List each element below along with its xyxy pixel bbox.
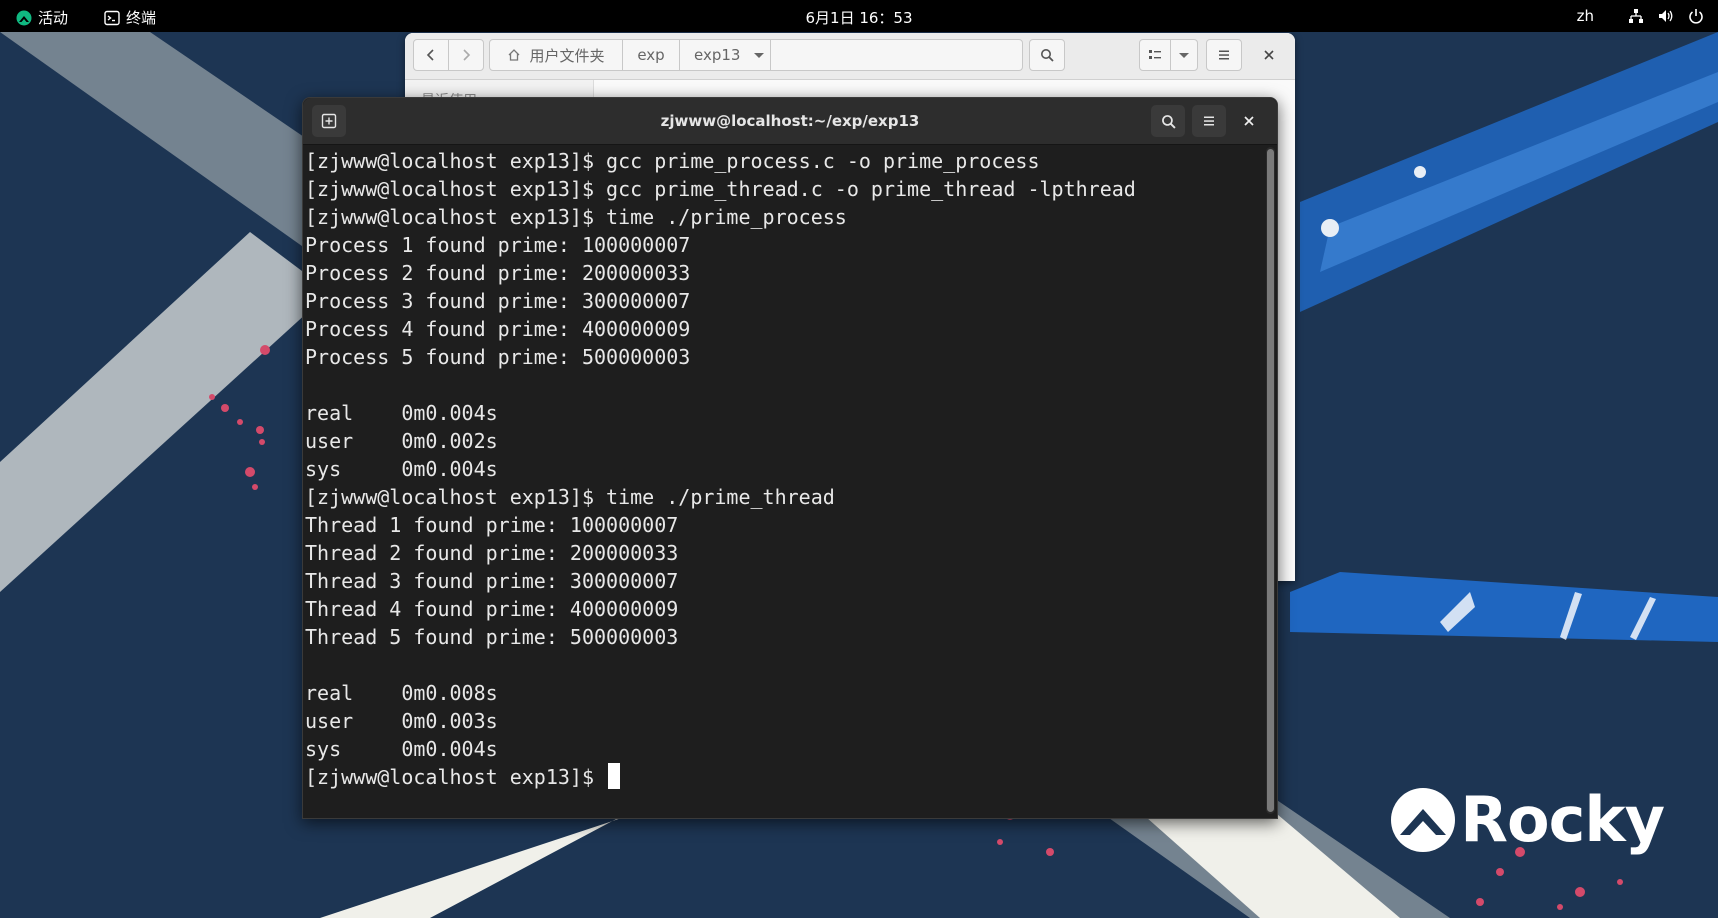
terminal-line: [zjwww@localhost exp13]$ time ./prime_th… (305, 485, 835, 509)
close-icon (1264, 50, 1274, 60)
terminal-line: Thread 4 found prime: 400000009 (305, 597, 679, 621)
terminal-window[interactable]: zjwww@localhost:~/exp/exp13 [zjwww@local… (302, 97, 1278, 819)
rocky-logo-text: Rocky (1460, 783, 1665, 856)
terminal-icon (104, 10, 120, 25)
top-bar: 活动 终端 6月1日 16：53 zh (0, 0, 1718, 32)
terminal-line: user 0m0.003s (305, 709, 498, 733)
terminal-line: [zjwww@localhost exp13]$ gcc prime_proce… (305, 149, 1040, 173)
terminal-prompt: [zjwww@localhost exp13]$ (305, 765, 607, 789)
list-view-icon (1149, 50, 1161, 59)
app-menu-button[interactable]: 终端 (104, 7, 156, 28)
breadcrumb-home-label: 用户文件夹 (529, 46, 605, 65)
terminal-line: sys 0m0.004s (305, 457, 498, 481)
activities-label: 活动 (38, 9, 69, 27)
power-icon (1689, 9, 1703, 24)
menu-button[interactable] (1206, 39, 1242, 71)
terminal-line: real 0m0.008s (305, 681, 498, 705)
hamburger-icon (1204, 116, 1214, 126)
volume-icon (1659, 10, 1673, 22)
chevron-left-icon (426, 49, 434, 61)
terminal-line: [zjwww@localhost exp13]$ gcc prime_threa… (305, 177, 1136, 201)
terminal-search-button[interactable] (1151, 105, 1185, 137)
language-indicator[interactable]: zh (1577, 7, 1594, 25)
close-icon (1244, 116, 1254, 126)
rocky-icon (16, 10, 32, 25)
terminal-line: Process 5 found prime: 500000003 (305, 345, 691, 369)
terminal-close-button[interactable] (1232, 105, 1266, 137)
path-bar-empty[interactable] (770, 39, 1023, 71)
terminal-scrollbar[interactable] (1266, 147, 1275, 814)
home-icon (509, 49, 520, 61)
clock: 6月1日 16：53 (0, 7, 1718, 28)
terminal-menu-button[interactable] (1192, 105, 1226, 137)
terminal-line: Thread 5 found prime: 500000003 (305, 625, 679, 649)
breadcrumb-exp[interactable]: exp (622, 39, 680, 71)
file-manager-header: 用户文件夹 exp exp13 (405, 33, 1295, 80)
breadcrumb-home[interactable]: 用户文件夹 (489, 39, 623, 71)
hamburger-icon (1219, 50, 1229, 60)
app-menu-label: 终端 (126, 9, 157, 27)
terminal-prompt-line[interactable]: [zjwww@localhost exp13]$ (305, 763, 1277, 791)
close-button[interactable] (1253, 39, 1285, 71)
terminal-line: Process 2 found prime: 200000033 (305, 261, 691, 285)
terminal-line: [zjwww@localhost exp13]$ time ./prime_pr… (305, 205, 847, 229)
forward-button[interactable] (448, 39, 484, 71)
view-options-button[interactable] (1170, 39, 1198, 71)
terminal-line: Process 1 found prime: 100000007 (305, 233, 691, 257)
terminal-line: Thread 2 found prime: 200000033 (305, 541, 679, 565)
terminal-line: sys 0m0.004s (305, 737, 498, 761)
search-icon (1161, 114, 1176, 129)
breadcrumb-exp-label: exp (637, 46, 665, 64)
caret-down-icon (1179, 53, 1189, 58)
network-icon (1629, 9, 1643, 23)
terminal-line: Thread 3 found prime: 300000007 (305, 569, 679, 593)
terminal-scrollbar-thumb[interactable] (1267, 149, 1274, 812)
terminal-cursor (608, 763, 621, 789)
back-button[interactable] (413, 39, 449, 71)
rocky-logo-icon (1391, 787, 1456, 852)
view-list-button[interactable] (1139, 39, 1171, 71)
chevron-right-icon (463, 49, 471, 61)
search-button[interactable] (1029, 39, 1065, 71)
terminal-output[interactable]: [zjwww@localhost exp13]$ gcc prime_proce… (303, 145, 1277, 818)
search-icon (1041, 49, 1054, 62)
terminal-line: real 0m0.004s (305, 401, 498, 425)
caret-down-icon (754, 53, 765, 58)
breadcrumb-exp13-label: exp13 (694, 46, 741, 64)
terminal-line: user 0m0.002s (305, 429, 498, 453)
terminal-title: zjwww@localhost:~/exp/exp13 (660, 112, 920, 130)
clock-button[interactable]: 6月1日 16：53 (805, 9, 912, 27)
activities-button[interactable]: 活动 (16, 7, 68, 28)
rocky-logo: Rocky (1390, 783, 1665, 856)
terminal-line: Thread 1 found prime: 100000007 (305, 513, 679, 537)
breadcrumb-exp13[interactable]: exp13 (679, 39, 771, 71)
terminal-line: Process 4 found prime: 400000009 (305, 317, 691, 341)
terminal-line: Process 3 found prime: 300000007 (305, 289, 691, 313)
system-tray[interactable]: zh (1577, 7, 1704, 25)
terminal-header: zjwww@localhost:~/exp/exp13 (303, 98, 1277, 145)
